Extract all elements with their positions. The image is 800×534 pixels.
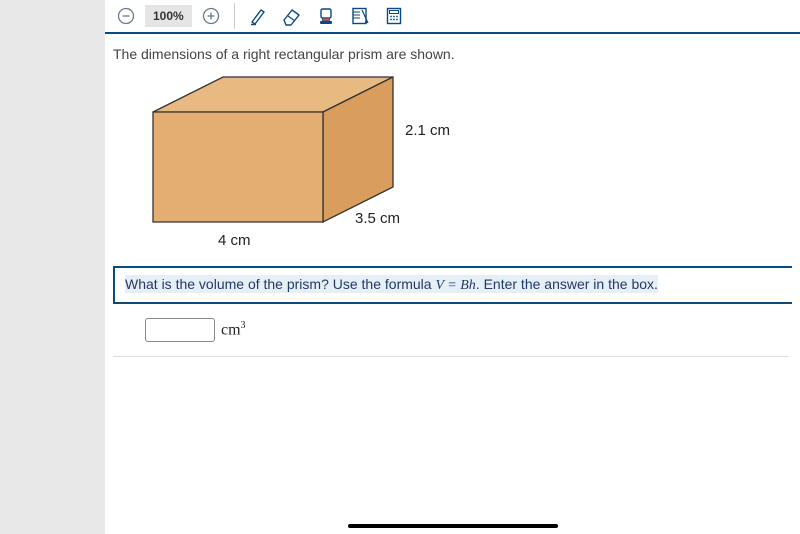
dimension-depth: 3.5 cm — [355, 210, 400, 227]
question-bar: What is the volume of the prism? Use the… — [113, 266, 792, 304]
eraser-icon — [281, 6, 303, 26]
formula-eq: = — [444, 278, 460, 293]
ruler-icon — [350, 6, 370, 26]
problem-content: The dimensions of a right rectangular pr… — [105, 34, 800, 534]
calculator-button[interactable] — [379, 1, 409, 31]
dimension-width: 4 cm — [218, 232, 251, 249]
toolbar: 100% — [105, 0, 800, 34]
answer-row: cm3 — [113, 304, 788, 357]
formula-rhs: Bh — [460, 278, 476, 293]
eraser-tool-button[interactable] — [277, 1, 307, 31]
unit-base: cm — [221, 322, 241, 339]
question-prefix: What is the volume of the prism? Use the… — [125, 276, 435, 292]
zoom-level: 100% — [145, 5, 192, 27]
answer-input[interactable] — [145, 318, 215, 342]
home-indicator — [348, 524, 558, 528]
pen-tool-button[interactable] — [243, 1, 273, 31]
zoom-in-icon — [202, 7, 220, 25]
zoom-out-button[interactable] — [111, 1, 141, 31]
unit-exponent: 3 — [241, 320, 246, 331]
answer-unit: cm3 — [221, 320, 246, 339]
zoom-out-icon — [117, 7, 135, 25]
problem-intro: The dimensions of a right rectangular pr… — [113, 46, 792, 62]
question-suffix: . Enter the answer in the box. — [476, 276, 658, 292]
dimension-height: 2.1 cm — [405, 122, 450, 139]
ruler-tool-button[interactable] — [345, 1, 375, 31]
zoom-in-button[interactable] — [196, 1, 226, 31]
left-gutter — [0, 0, 105, 534]
highlighter-tool-button[interactable] — [311, 1, 341, 31]
calculator-icon — [384, 6, 404, 26]
prism-figure: 2.1 cm 3.5 cm 4 cm — [133, 72, 473, 262]
toolbar-divider — [234, 3, 235, 29]
formula-lhs: V — [435, 278, 443, 293]
pen-icon — [248, 6, 268, 26]
highlighter-icon — [316, 6, 336, 26]
